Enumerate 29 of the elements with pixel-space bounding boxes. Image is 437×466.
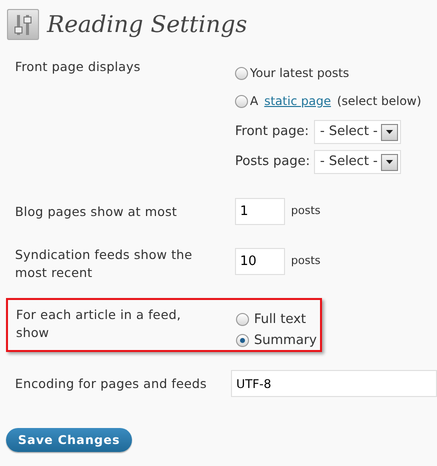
caret-icon <box>380 154 398 170</box>
radio-button[interactable] <box>235 94 248 108</box>
save-button[interactable]: Save Changes <box>6 428 132 452</box>
field-label: For each article in a feed, show <box>16 306 182 342</box>
radio-label: Summary <box>254 332 317 350</box>
page-title: Reading Settings <box>47 10 248 40</box>
field-label: Blog pages show at most <box>15 202 178 220</box>
select-label: Posts page: <box>235 153 309 172</box>
caret-icon <box>380 124 398 140</box>
field-label: Front page displays <box>15 58 142 76</box>
radio-button[interactable] <box>235 66 248 80</box>
number-field[interactable]: 1 <box>235 198 285 225</box>
unit-label: posts <box>291 203 320 220</box>
radio-label: Full text <box>254 311 306 329</box>
encoding-field[interactable]: UTF-8 <box>231 370 437 397</box>
select-label: Front page: <box>235 123 309 142</box>
field-label: Syndication feeds show the most recent <box>15 246 194 282</box>
radio-button[interactable] <box>236 313 249 326</box>
radio-button[interactable] <box>236 334 249 347</box>
unit-label: posts <box>291 253 320 270</box>
radio-label: A <box>250 93 258 110</box>
radio-label: Your latest posts <box>250 65 350 82</box>
field-label: Encoding for pages and feeds <box>15 374 208 392</box>
static-page-link[interactable]: static page <box>264 92 331 110</box>
select-dropdown[interactable]: - Select - <box>314 150 401 174</box>
settings-sliders-icon <box>7 9 39 40</box>
select-dropdown[interactable]: - Select - <box>314 120 401 144</box>
radio-note: (select below) <box>336 93 422 110</box>
number-field[interactable]: 10 <box>235 248 285 275</box>
